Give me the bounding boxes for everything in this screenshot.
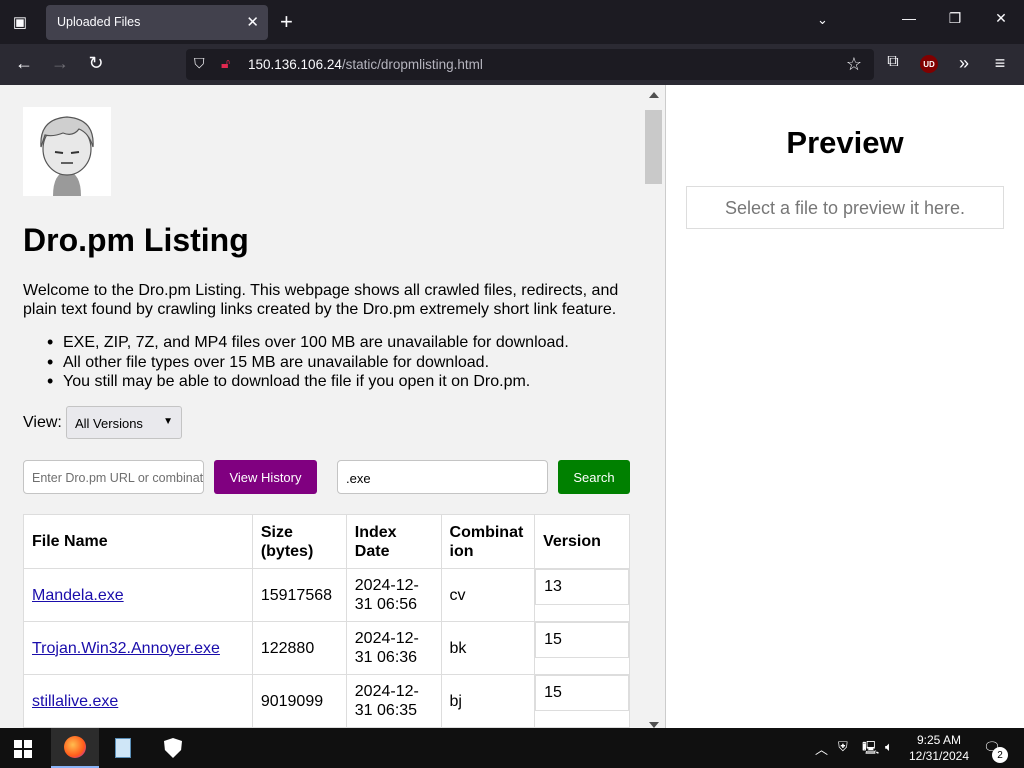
clock-time: 9:25 AM (916, 733, 962, 747)
version-select[interactable]: 15 (535, 622, 630, 658)
tab-title: Uploaded Files (57, 15, 141, 29)
close-window-icon[interactable]: ✕ (989, 10, 1013, 27)
scrollbar-thumb[interactable] (645, 110, 662, 184)
insecure-lock-icon[interactable]: 🔓︎ (221, 55, 230, 72)
list-item: EXE, ZIP, 7Z, and MP4 files over 100 MB … (23, 333, 633, 353)
firefox-taskbar-icon[interactable] (51, 728, 99, 768)
url-input-placeholder: Enter Dro.pm URL or combination (32, 471, 204, 485)
scroll-up-arrow-icon[interactable] (649, 92, 659, 98)
restore-icon[interactable]: ❐ (943, 10, 967, 27)
size-cell: 122880 (251, 621, 347, 675)
view-select-value: All Versions (75, 416, 143, 431)
url-host: 150.136.106.24 (248, 57, 342, 72)
navigation-bar: ← → ↻ ⛉ 🔓︎ 150.136.106.24/static/dropmli… (0, 44, 1024, 85)
ublock-origin-icon[interactable]: UD (920, 55, 938, 73)
browser-tab-bar: ▣ Uploaded Files ✕ + ⌄ — ❐ ✕ (0, 0, 1024, 44)
volume-muted-icon[interactable]: 🔈︎ (885, 739, 893, 755)
version-select[interactable]: 13 (535, 569, 630, 605)
firefox-icon (64, 736, 86, 758)
page-content: Dro.pm Listing Welcome to the Dro.pm Lis… (0, 85, 1024, 728)
date-cell: 2024-12-31 06:35 (345, 674, 442, 728)
header-combination[interactable]: Combination (440, 514, 536, 569)
new-tab-icon[interactable]: + (280, 9, 293, 35)
view-select[interactable]: All Versions ▼ (66, 406, 182, 439)
file-link[interactable]: Mandela.exe (32, 587, 124, 604)
reload-icon[interactable]: ↻ (83, 53, 109, 74)
browser-tab[interactable]: Uploaded Files ✕ (46, 5, 268, 40)
table-row[interactable]: stillalive.exe 9019099 2024-12-31 06:35 … (23, 674, 630, 728)
clock-date: 12/31/2024 (908, 749, 970, 763)
extension-badge: UD (923, 59, 935, 69)
search-input[interactable]: .exe (337, 460, 548, 494)
intro-text: Welcome to the Dro.pm Listing. This webp… (23, 282, 619, 318)
version-cell: 13 (534, 568, 630, 622)
list-item: You still may be able to download the fi… (23, 372, 633, 392)
tab-close-icon[interactable]: ✕ (246, 13, 259, 31)
list-all-tabs-icon[interactable]: ⌄ (817, 12, 828, 28)
windows-start-icon[interactable] (14, 740, 32, 758)
table-header-row: File Name Size (bytes) Index Date Combin… (23, 514, 630, 569)
tray-security-icon[interactable]: ⛨ (838, 739, 848, 755)
page-title: Dro.pm Listing (23, 222, 249, 258)
network-icon[interactable]: 🖳︎ (862, 739, 879, 761)
view-history-button[interactable]: View History (214, 460, 317, 494)
header-version[interactable]: Version (534, 514, 630, 569)
url-text[interactable]: 150.136.106.24/static/dropmlisting.html (248, 57, 483, 72)
version-cell: 15 (534, 674, 630, 728)
size-cell: 15917568 (251, 568, 347, 622)
listing-scrollbar[interactable] (643, 85, 665, 728)
shield-icon (164, 738, 182, 758)
minimize-icon[interactable]: — (897, 10, 921, 26)
date-cell: 2024-12-31 06:56 (345, 568, 442, 622)
bookmark-star-icon[interactable]: ☆ (846, 54, 862, 75)
version-cell: 15 (534, 621, 630, 675)
view-label: View: (23, 414, 62, 431)
notes-list: EXE, ZIP, 7Z, and MP4 files over 100 MB … (23, 333, 633, 392)
back-icon[interactable]: ← (11, 53, 37, 74)
combination-cell: bk (440, 621, 536, 675)
notification-count-badge: 2 (992, 747, 1008, 763)
tray-chevron-up-icon[interactable]: ︿ (815, 739, 828, 758)
header-file-name[interactable]: File Name (23, 514, 253, 569)
extensions-icon[interactable]: ⧉ (880, 53, 906, 71)
taskbar: ︿ ⛨ 🖳︎ 🔈︎ 9:25 AM 12/31/2024 🗨︎ 2 (0, 728, 1024, 768)
file-name-cell: Trojan.Win32.Annoyer.exe (23, 621, 253, 675)
combination-url-input[interactable]: Enter Dro.pm URL or combination (23, 460, 204, 494)
version-select[interactable]: 15 (535, 675, 630, 711)
file-link[interactable]: stillalive.exe (32, 693, 118, 710)
url-path: /static/dropmlisting.html (341, 57, 483, 72)
combination-cell: cv (440, 568, 536, 622)
header-size[interactable]: Size (bytes) (251, 514, 347, 569)
shield-icon[interactable]: ⛉ (194, 55, 205, 72)
avatar-image (23, 107, 111, 196)
preview-box: Select a file to preview it here. (686, 186, 1004, 229)
notepad-icon (115, 738, 131, 758)
url-bar[interactable]: ⛉ 🔓︎ 150.136.106.24/static/dropmlisting.… (186, 49, 874, 80)
tab-list-icon[interactable]: ▣ (8, 10, 32, 34)
search-button[interactable]: Search (558, 460, 630, 494)
file-name-cell: Mandela.exe (23, 568, 253, 622)
overflow-chevrons-icon[interactable]: » (951, 53, 977, 74)
header-index-date[interactable]: Index Date (345, 514, 442, 569)
date-cell: 2024-12-31 06:36 (345, 621, 442, 675)
preview-title: Preview (786, 125, 904, 160)
chevron-down-icon: ▼ (163, 416, 173, 427)
notepad-taskbar-icon[interactable] (99, 728, 147, 768)
files-table: File Name Size (bytes) Index Date Combin… (23, 514, 630, 728)
security-taskbar-icon[interactable] (149, 728, 197, 768)
pane-divider (665, 85, 666, 728)
combination-cell: bj (440, 674, 536, 728)
list-item: All other file types over 15 MB are unav… (23, 353, 633, 373)
file-name-cell: stillalive.exe (23, 674, 253, 728)
listing-pane: Dro.pm Listing Welcome to the Dro.pm Lis… (0, 85, 643, 728)
size-cell: 9019099 (251, 674, 347, 728)
table-row[interactable]: Mandela.exe 15917568 2024-12-31 06:56 cv… (23, 568, 630, 622)
search-input-value: .exe (346, 471, 371, 486)
table-row[interactable]: Trojan.Win32.Annoyer.exe 122880 2024-12-… (23, 621, 630, 675)
file-link[interactable]: Trojan.Win32.Annoyer.exe (32, 640, 220, 657)
taskbar-clock[interactable]: 9:25 AM 12/31/2024 (904, 732, 974, 764)
app-menu-icon[interactable]: ≡ (987, 53, 1013, 74)
forward-icon[interactable]: → (47, 53, 73, 74)
